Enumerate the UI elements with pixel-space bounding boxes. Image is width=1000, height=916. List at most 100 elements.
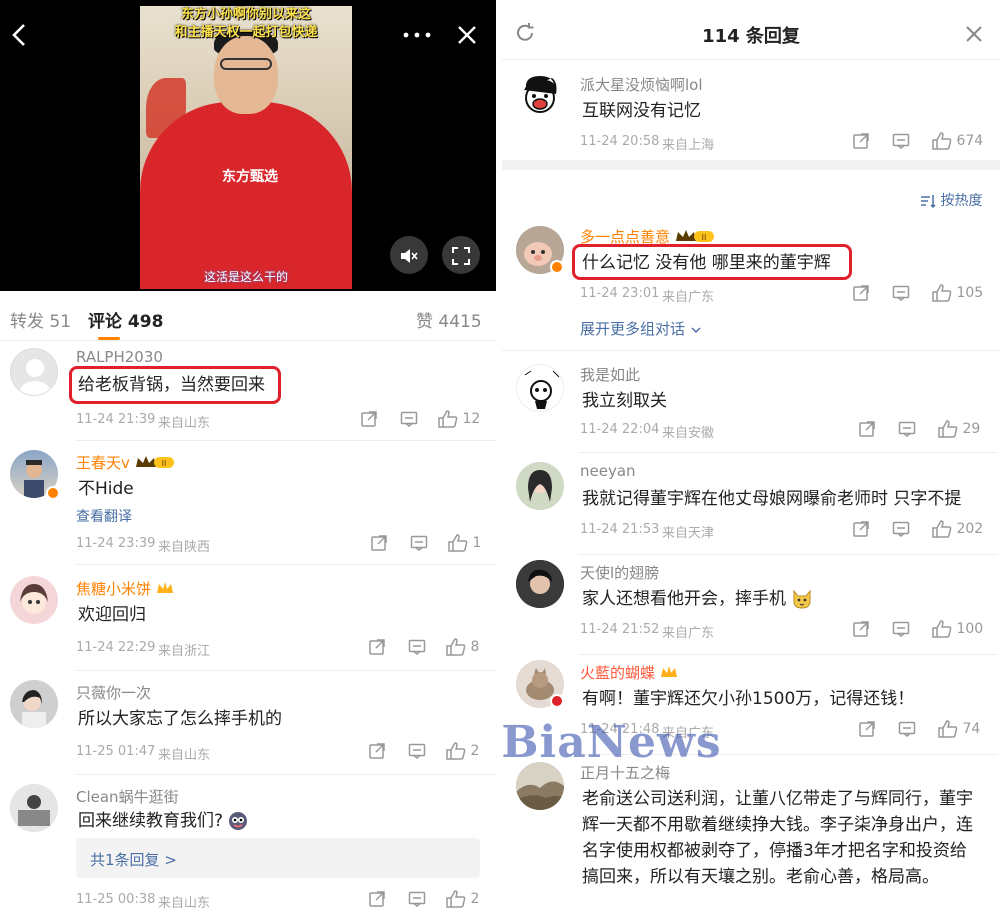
like-button[interactable]: 74 <box>938 720 980 738</box>
share-icon[interactable] <box>370 534 388 552</box>
comment-author[interactable]: Clean蜗牛逛街 <box>76 786 179 807</box>
comment-author[interactable]: 焦糖小米饼 <box>76 578 175 600</box>
view-replies-link[interactable]: 共1条回复 > <box>90 849 177 870</box>
avatar[interactable] <box>516 560 564 608</box>
comment-time: 11-24 20:58 <box>580 134 660 149</box>
translate-link[interactable]: 查看翻译 <box>76 506 132 526</box>
emoji-icon <box>228 811 248 831</box>
reply-time: 11-24 21:53 <box>580 522 660 537</box>
comment-location: 来自山东 <box>158 748 211 763</box>
vip-crown-icon: II <box>134 454 176 474</box>
expand-thread-link[interactable]: 展开更多组对话 <box>580 318 702 339</box>
reply-icon[interactable] <box>408 638 426 656</box>
comment-actions: 12 <box>360 410 490 430</box>
comment-author[interactable]: 只薇你一次 <box>76 682 151 703</box>
comment-actions: 2 <box>368 742 488 762</box>
share-icon[interactable] <box>368 742 386 760</box>
reply-location: 来自广东 <box>662 626 715 641</box>
comment-time: 11-24 21:39 <box>76 412 156 427</box>
close-icon[interactable] <box>964 24 984 48</box>
share-icon[interactable] <box>858 720 876 738</box>
like-button[interactable]: 8 <box>446 638 479 656</box>
like-button[interactable]: 674 <box>932 132 983 150</box>
share-icon[interactable] <box>852 520 870 538</box>
share-icon[interactable] <box>368 638 386 656</box>
like-button[interactable]: 2 <box>446 890 479 908</box>
comment-location: 来自山东 <box>158 896 211 911</box>
reply-icon[interactable] <box>898 420 916 438</box>
like-button[interactable]: 105 <box>932 284 983 302</box>
comment-time: 11-25 01:47 <box>76 744 156 759</box>
divider <box>76 670 496 671</box>
reply-time: 11-24 23:01 <box>580 286 660 301</box>
share-icon[interactable] <box>368 890 386 908</box>
reply-location: 来自广东 <box>662 290 715 305</box>
avatar[interactable] <box>516 462 564 510</box>
like-button[interactable]: 1 <box>448 534 481 552</box>
comment-author[interactable]: 派大星没烦恼啊lol <box>580 74 703 95</box>
back-arrow-icon[interactable] <box>10 22 28 53</box>
reply-icon[interactable] <box>898 720 916 738</box>
comment-actions: 674 <box>852 132 992 152</box>
reply-icon[interactable] <box>408 890 426 908</box>
tab-comments[interactable]: 评论 498 <box>88 307 163 332</box>
mute-icon[interactable] <box>390 236 428 274</box>
more-options-icon[interactable] <box>402 22 432 53</box>
reply-actions: 105 <box>852 284 992 304</box>
sort-button[interactable]: 按热度 <box>920 190 982 210</box>
tab-repost[interactable]: 转发 51 <box>10 307 71 332</box>
reply-text: 家人还想看他开会，摔手机 <box>582 586 813 612</box>
reply-icon[interactable] <box>892 284 910 302</box>
fullscreen-icon[interactable] <box>442 236 480 274</box>
avatar[interactable] <box>10 680 58 728</box>
reply-time: 11-24 21:52 <box>580 622 660 637</box>
reply-icon[interactable] <box>410 534 428 552</box>
svg-text:II: II <box>702 233 707 242</box>
like-count: 2 <box>470 891 480 907</box>
avatar[interactable] <box>10 576 58 624</box>
avatar[interactable] <box>516 72 564 120</box>
share-icon[interactable] <box>858 420 876 438</box>
like-count: 105 <box>956 285 984 301</box>
like-button[interactable]: 2 <box>446 742 479 760</box>
reply-summary[interactable]: 共1条回复 > <box>76 838 480 878</box>
comment-time: 11-25 00:38 <box>76 892 156 907</box>
reply-icon[interactable] <box>892 520 910 538</box>
comment-author[interactable]: 王春天v II <box>76 452 176 474</box>
avatar[interactable] <box>10 348 58 396</box>
share-icon[interactable] <box>852 620 870 638</box>
reply-author[interactable]: 天使l的翅膀 <box>580 562 659 583</box>
svg-text:II: II <box>162 459 167 468</box>
share-icon[interactable] <box>852 132 870 150</box>
share-icon[interactable] <box>852 284 870 302</box>
reply-icon[interactable] <box>892 132 910 150</box>
video-player[interactable]: 东方甄选 东方小孙啊你别以来这 和主播天权一起打包快递 这活是这么干的 <box>0 0 496 291</box>
reply-author[interactable]: 火藍的蝴蝶 <box>580 662 679 684</box>
reply-text: 我就记得董宇辉在他丈母娘网曝俞老师时 只字不提 <box>582 489 962 509</box>
tab-likes[interactable]: 赞 4415 <box>416 307 482 332</box>
replies-header: 114 条回复 <box>502 0 1000 60</box>
left-screenshot: 东方甄选 东方小孙啊你别以来这 和主播天权一起打包快递 这活是这么干的 转发 5… <box>0 0 496 916</box>
like-button[interactable]: 12 <box>438 410 480 428</box>
like-button[interactable]: 202 <box>932 520 983 538</box>
divider <box>502 350 1000 351</box>
divider <box>578 654 998 655</box>
like-button[interactable]: 100 <box>932 620 983 638</box>
reply-author[interactable]: neeyan <box>580 462 636 480</box>
like-button[interactable]: 29 <box>938 420 980 438</box>
reply-author[interactable]: 我是如此 <box>580 364 640 385</box>
reply-icon[interactable] <box>892 620 910 638</box>
share-icon[interactable] <box>360 410 378 428</box>
comment-actions: 2 <box>368 890 488 910</box>
comment-location: 来自陕西 <box>158 540 211 555</box>
reply-icon[interactable] <box>408 742 426 760</box>
like-count: 12 <box>462 411 481 427</box>
avatar[interactable] <box>516 364 564 412</box>
comment-author[interactable]: RALPH2030 <box>76 348 163 366</box>
close-icon[interactable] <box>456 22 478 53</box>
reply-icon[interactable] <box>400 410 418 428</box>
comment-text: 互联网没有记忆 <box>582 101 701 121</box>
presenter-face <box>214 36 278 114</box>
comment-location: 来自上海 <box>662 138 715 153</box>
avatar[interactable] <box>10 784 58 832</box>
